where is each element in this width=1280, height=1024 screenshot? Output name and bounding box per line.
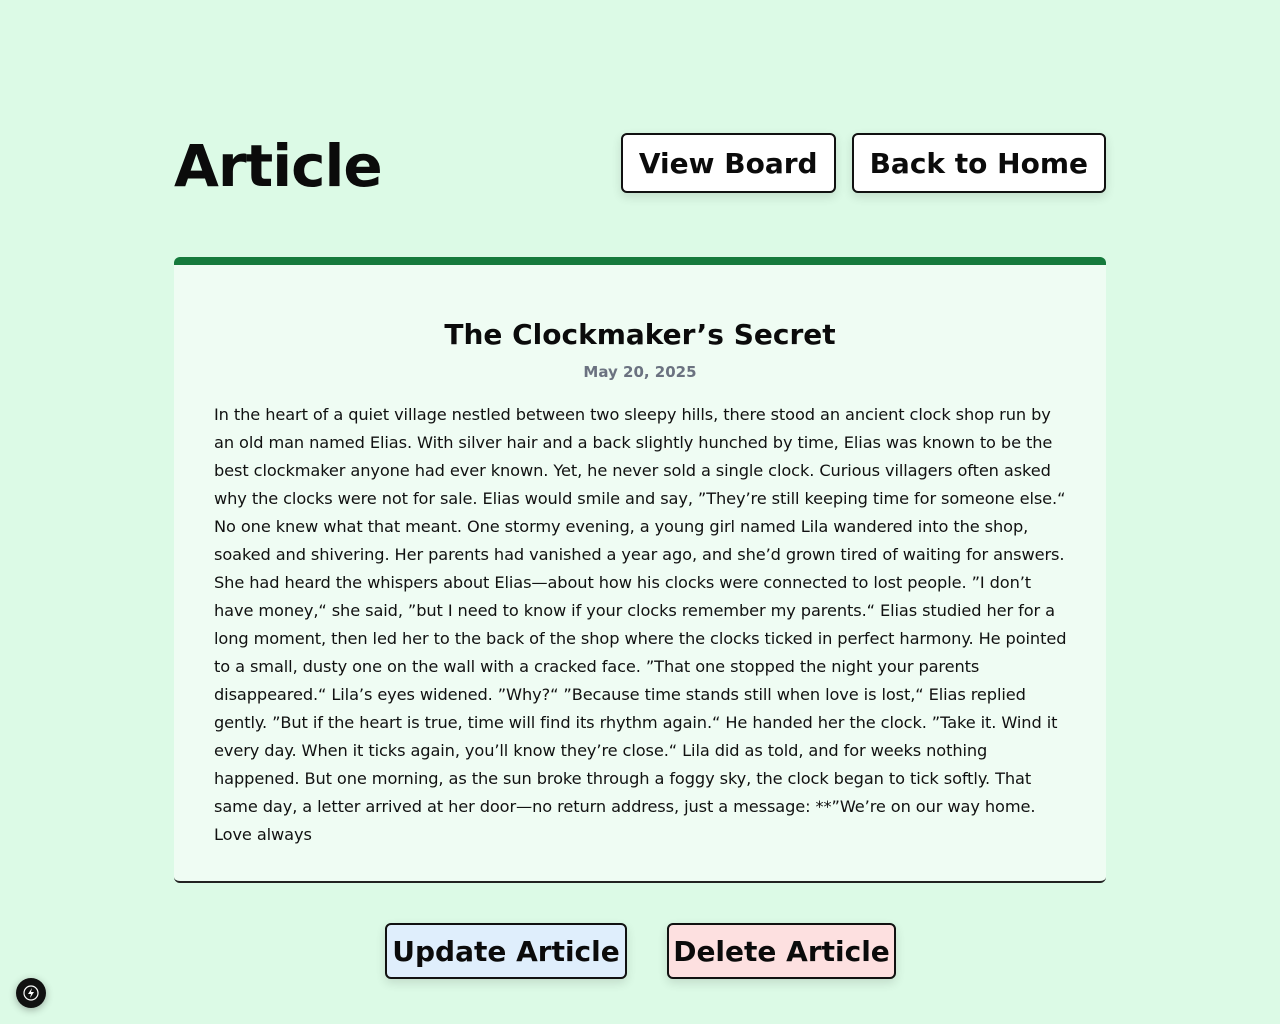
article-body: In the heart of a quiet village nestled … (214, 405, 1067, 844)
article-card: The Clockmaker’s Secret May 20, 2025 In … (174, 257, 1106, 883)
page: Article View Board Back to Home The Cloc… (0, 0, 1280, 1024)
page-title: Article (174, 132, 383, 200)
article-actions: Update Article Delete Article (385, 923, 896, 979)
lightning-icon (23, 985, 39, 1001)
article-date: May 20, 2025 (583, 363, 697, 381)
dev-tools-badge[interactable] (16, 978, 46, 1008)
header-actions: View Board Back to Home (620, 133, 1106, 193)
delete-article-button[interactable]: Delete Article (667, 923, 896, 979)
view-board-button[interactable]: View Board (620, 133, 836, 193)
article-title: The Clockmaker’s Secret (444, 318, 836, 351)
update-article-button[interactable]: Update Article (385, 923, 627, 979)
back-to-home-button[interactable]: Back to Home (851, 133, 1106, 193)
